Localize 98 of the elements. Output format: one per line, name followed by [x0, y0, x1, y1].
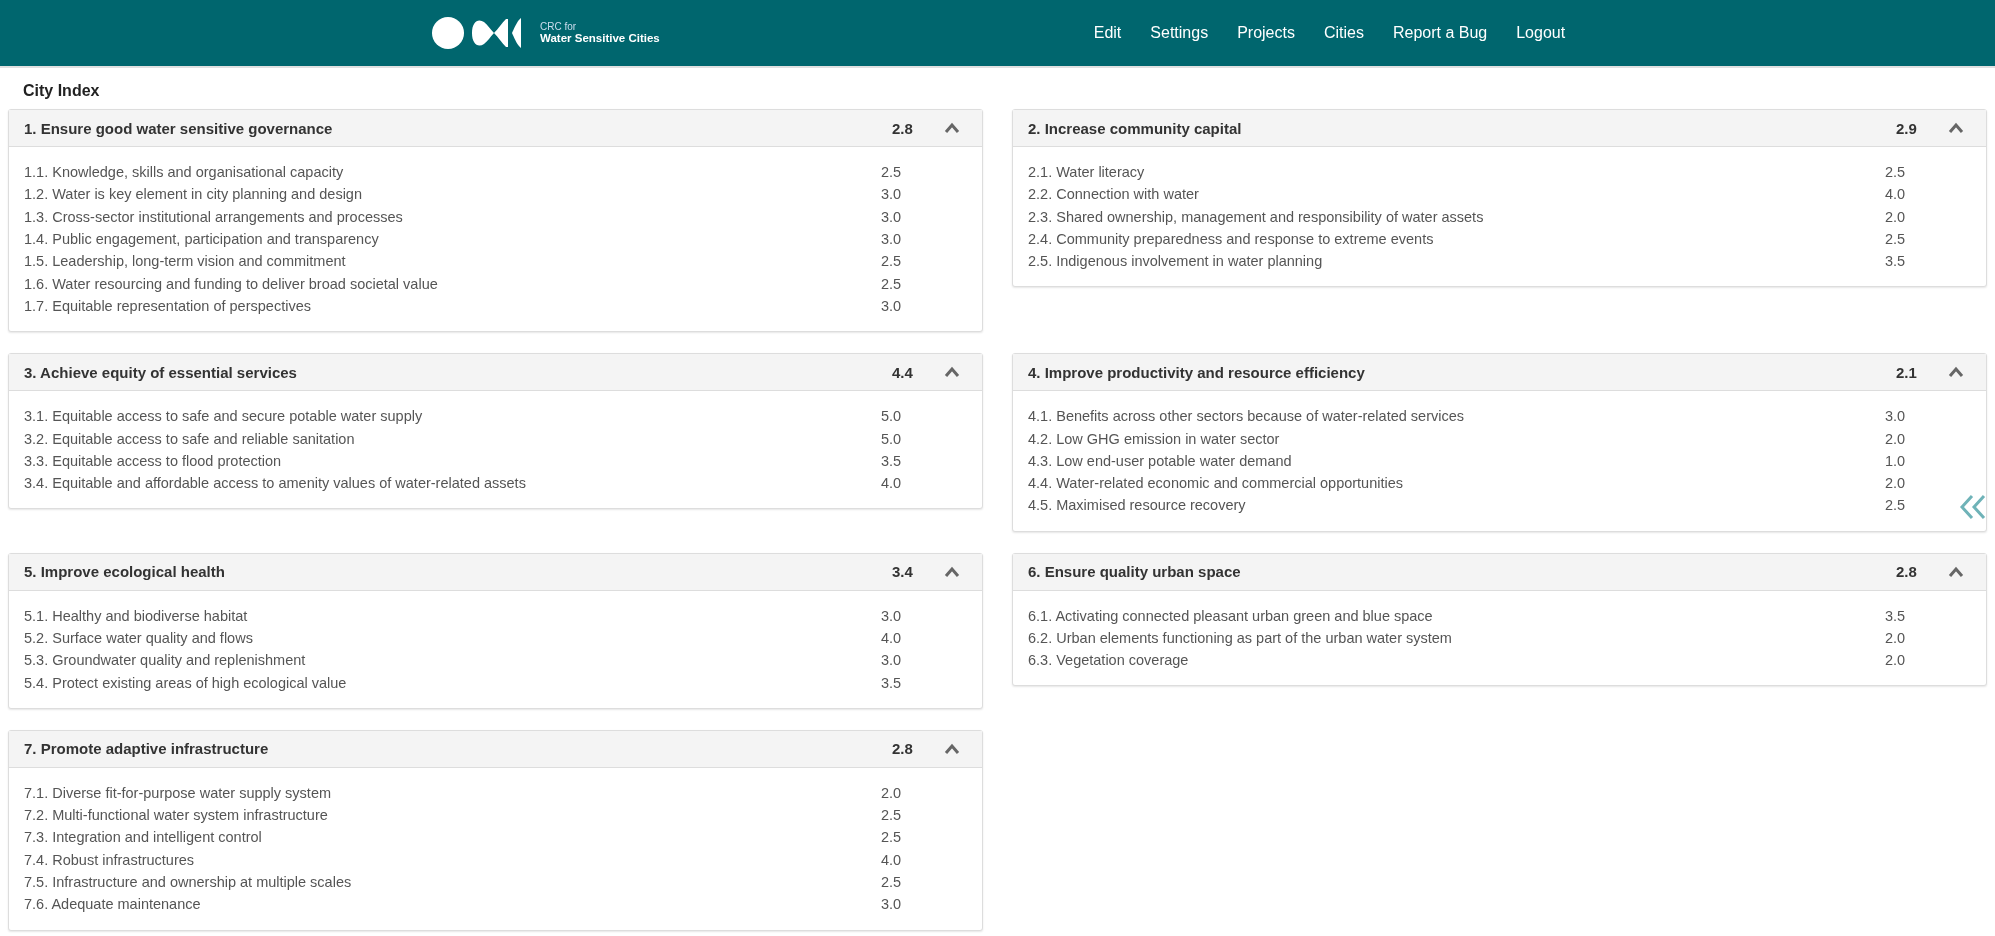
- indicator-score: 2.5: [881, 164, 903, 181]
- indicator-label: 2.5. Indigenous involvement in water planning: [1028, 253, 1324, 270]
- indicator-label: 7.4. Robust infrastructures: [24, 851, 196, 868]
- indicator-score: 2.0: [1885, 208, 1907, 225]
- indicator-label: 5.4. Protect existing areas of high ecological value: [24, 674, 348, 691]
- indicator-label: 2.1. Water literacy: [1028, 164, 1146, 181]
- indicator-score: 2.5: [881, 829, 903, 846]
- panel-score: 2.8: [892, 119, 914, 137]
- collapse-icon[interactable]: [944, 565, 960, 578]
- nav-link[interactable]: Settings: [1150, 24, 1209, 42]
- indicator-score: 2.5: [1885, 497, 1907, 514]
- indicator-score: 2.0: [1885, 475, 1907, 492]
- indicator-label: 6.1. Activating connected pleasant urban green and blue space: [1028, 607, 1434, 624]
- panel-score: 2.9: [1896, 119, 1918, 137]
- indicator-score: 4.0: [881, 630, 903, 646]
- indicator-label: 1.7. Equitable representation of perspectives: [24, 297, 312, 314]
- indicator-score: 4.0: [881, 851, 903, 868]
- logo-tagline: CRC for: [540, 20, 578, 33]
- panel-score: 4.4: [892, 363, 914, 381]
- indicator-label: 1.1. Knowledge, skills and organisational capacity: [24, 164, 345, 181]
- panel-title: 4. Improve productivity and resource efficiency: [1028, 363, 1366, 381]
- indicator-label: 1.5. Leadership, long-term vision and commitment: [24, 253, 347, 270]
- nav-link[interactable]: Report a Bug: [1392, 24, 1488, 42]
- panel-title: 3. Achieve equity of essential services: [24, 363, 298, 381]
- panel-title: 7. Promote adaptive infrastructure: [24, 740, 270, 758]
- indicator-score: 2.5: [881, 807, 903, 824]
- indicator-label: 6.3. Vegetation coverage: [1028, 652, 1190, 669]
- indicator-score: 3.5: [881, 674, 903, 691]
- panel-title: 1. Ensure good water sensitive governance: [24, 119, 334, 137]
- indicator-score: 4.0: [1885, 186, 1907, 203]
- indicator-score: 2.5: [881, 253, 903, 270]
- indicator-label: 3.2. Equitable access to safe and reliable sanitation: [24, 430, 356, 447]
- indicator-label: 4.1. Benefits across other sectors because of water-related services: [1028, 408, 1465, 425]
- indicator-score: 2.5: [1885, 164, 1907, 181]
- panel-title: 6. Ensure quality urban space: [1028, 563, 1242, 581]
- indicator-score: 4.0: [881, 475, 903, 492]
- indicator-score: 2.5: [881, 275, 903, 292]
- indicator-label: 2.2. Connection with water: [1028, 186, 1200, 203]
- indicator-score: 2.0: [1885, 652, 1907, 669]
- indicator-score: 5.0: [881, 430, 903, 447]
- collapse-icon[interactable]: [944, 366, 960, 379]
- panel-score: 2.8: [892, 740, 914, 758]
- indicator-label: 7.2. Multi-functional water system infrastructure: [24, 807, 329, 824]
- indicator-score: 3.0: [881, 297, 903, 314]
- indicator-score: 3.5: [881, 452, 903, 469]
- indicator-label: 5.3. Groundwater quality and replenishment: [24, 652, 307, 669]
- indicator-score: 2.0: [1885, 630, 1907, 646]
- indicator-label: 2.4. Community preparedness and response to extreme events: [1028, 231, 1435, 248]
- indicator-score: 2.0: [881, 784, 903, 801]
- indicator-score: 3.0: [881, 186, 903, 203]
- indicator-score: 3.5: [1885, 607, 1907, 624]
- indicator-score: 3.0: [881, 231, 903, 248]
- indicator-label: 7.6. Adequate maintenance: [24, 896, 202, 913]
- indicator-score: 3.0: [881, 896, 903, 913]
- indicator-score: 5.0: [881, 408, 903, 425]
- nav-link[interactable]: Logout: [1516, 24, 1566, 42]
- logo-name: Water Sensitive Cities: [540, 32, 660, 46]
- indicator-score: 3.0: [1885, 408, 1907, 425]
- indicator-label: 6.2. Urban elements functioning as part of the urban water system: [1028, 630, 1453, 646]
- indicator-label: 7.3. Integration and intelligent control: [24, 829, 263, 846]
- indicator-label: 3.4. Equitable and affordable access to amenity values of water-related assets: [24, 475, 527, 492]
- indicator-label: 3.3. Equitable access to flood protection: [24, 452, 283, 469]
- collapse-icon[interactable]: [1948, 122, 1964, 134]
- collapse-icon[interactable]: [944, 742, 960, 755]
- indicator-score: 2.5: [1885, 231, 1907, 248]
- indicator-label: 3.1. Equitable access to safe and secure potable water supply: [24, 408, 424, 425]
- indicator-score: 3.5: [1885, 253, 1907, 270]
- indicator-label: 5.2. Surface water quality and flows: [24, 630, 254, 646]
- indicator-label: 4.4. Water-related economic and commercial opportunities: [1028, 475, 1405, 492]
- panel-title: 2. Increase community capital: [1028, 119, 1243, 137]
- panel-title: 5. Improve ecological health: [24, 563, 226, 581]
- indicator-label: 7.1. Diverse fit-for-purpose water supply system: [24, 784, 333, 801]
- collapse-icon[interactable]: [944, 122, 960, 134]
- panel-score: 2.8: [1896, 563, 1918, 581]
- indicator-label: 7.5. Infrastructure and ownership at multiple scales: [24, 874, 353, 891]
- nav-link[interactable]: Projects: [1237, 24, 1295, 42]
- indicator-label: 1.4. Public engagement, participation and transparency: [24, 231, 380, 248]
- indicator-score: 2.5: [881, 874, 903, 891]
- indicator-score: 1.0: [1885, 452, 1907, 469]
- nav-link[interactable]: Cities: [1323, 24, 1364, 42]
- indicator-label: 1.3. Cross-sector institutional arrangements and processes: [24, 208, 404, 225]
- panel-score: 2.1: [1896, 363, 1918, 381]
- indicator-label: 4.5. Maximised resource recovery: [1028, 497, 1247, 514]
- indicator-score: 3.0: [881, 208, 903, 225]
- nav-link[interactable]: Edit: [1093, 24, 1122, 42]
- indicator-label: 4.2. Low GHG emission in water sector: [1028, 430, 1281, 447]
- page-title: City Index: [23, 82, 101, 100]
- indicator-label: 4.3. Low end-user potable water demand: [1028, 452, 1293, 469]
- indicator-label: 1.6. Water resourcing and funding to deliver broad societal value: [24, 275, 439, 292]
- indicator-label: 5.1. Healthy and biodiverse habitat: [24, 607, 249, 624]
- panel-score: 3.4: [892, 563, 914, 581]
- collapse-icon[interactable]: [1948, 565, 1964, 578]
- indicator-label: 2.3. Shared ownership, management and responsibility of water assets: [1028, 208, 1485, 225]
- indicator-score: 2.0: [1885, 430, 1907, 447]
- collapse-icon[interactable]: [1948, 366, 1964, 379]
- indicator-label: 1.2. Water is key element in city planning and design: [24, 186, 363, 203]
- indicator-score: 3.0: [881, 652, 903, 669]
- indicator-score: 3.0: [881, 607, 903, 624]
